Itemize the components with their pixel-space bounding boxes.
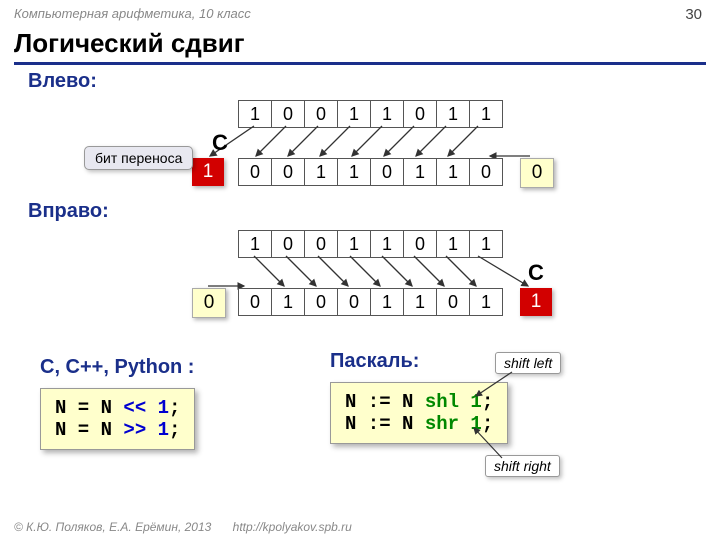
page-number: 30 xyxy=(685,6,702,23)
carry-label-right: C xyxy=(528,260,544,286)
bit-cell: 0 xyxy=(238,158,271,186)
bit-cell: 0 xyxy=(238,288,271,316)
bit-cell: 1 xyxy=(370,100,403,128)
bit-cell: 0 xyxy=(271,100,304,128)
bit-cell: 0 xyxy=(469,158,503,186)
bit-cell: 1 xyxy=(403,158,436,186)
bits-result-left: 00110110 xyxy=(238,158,503,186)
bit-cell: 0 xyxy=(436,288,469,316)
bit-cell: 1 xyxy=(271,288,304,316)
hint-shift-left: shift left xyxy=(495,352,561,374)
bit-cell: 0 xyxy=(403,100,436,128)
bit-cell: 1 xyxy=(304,158,337,186)
code-pascal-box: N := N shl 1; N := N shr 1; xyxy=(330,382,508,444)
bit-cell: 1 xyxy=(403,288,436,316)
bit-cell: 1 xyxy=(436,158,469,186)
hint-shift-right: shift right xyxy=(485,455,560,477)
bit-cell: 0 xyxy=(271,230,304,258)
bit-cell: 0 xyxy=(304,230,337,258)
bit-cell: 0 xyxy=(304,100,337,128)
footer-url: http://kpolyakov.spb.ru xyxy=(233,520,352,534)
footer: © К.Ю. Поляков, Е.А. Ерёмин, 2013 http:/… xyxy=(14,520,352,534)
fill-bit-left: 0 xyxy=(520,158,554,188)
section-left-shift: Влево: xyxy=(28,70,97,93)
bit-cell: 1 xyxy=(370,288,403,316)
bit-cell: 1 xyxy=(436,230,469,258)
bit-cell: 1 xyxy=(238,230,271,258)
bit-cell: 1 xyxy=(436,100,469,128)
bit-cell: 1 xyxy=(337,100,370,128)
bit-cell: 1 xyxy=(469,230,503,258)
carry-label-left: C xyxy=(212,130,228,156)
bit-cell: 1 xyxy=(370,230,403,258)
fill-bit-right: 0 xyxy=(192,288,226,318)
code-c-box: N = N << 1; N = N >> 1; xyxy=(40,388,195,450)
bit-cell: 1 xyxy=(469,100,503,128)
bit-cell: 0 xyxy=(304,288,337,316)
course-header: Компьютерная арифметика, 10 класс xyxy=(14,6,251,21)
bits-result-right: 01001101 xyxy=(238,288,503,316)
section-right-shift: Вправо: xyxy=(28,200,109,223)
lang-c-label: C, C++, Python : xyxy=(40,356,194,379)
code-text: N := N shl 1; N := N shr 1; xyxy=(345,391,493,435)
footer-copyright: © К.Ю. Поляков, Е.А. Ерёмин, 2013 xyxy=(14,520,211,534)
bit-cell: 0 xyxy=(370,158,403,186)
bit-cell: 0 xyxy=(271,158,304,186)
title-underline xyxy=(14,62,706,65)
bit-cell: 1 xyxy=(337,230,370,258)
bit-cell: 0 xyxy=(403,230,436,258)
bit-cell: 1 xyxy=(469,288,503,316)
code-text: N = N << 1; N = N >> 1; xyxy=(55,397,180,441)
page-title: Логический сдвиг xyxy=(14,28,245,59)
bit-cell: 1 xyxy=(238,100,271,128)
lang-pascal-label: Паскаль: xyxy=(330,350,419,373)
bit-cell: 1 xyxy=(337,158,370,186)
bit-cell: 0 xyxy=(337,288,370,316)
bits-original-right: 10011011 xyxy=(238,230,503,258)
carry-bit-right: 1 xyxy=(520,288,552,316)
carry-bit-left: 1 xyxy=(192,158,224,186)
callout-carry-bit: бит переноса xyxy=(84,146,193,170)
bits-original-left: 10011011 xyxy=(238,100,503,128)
